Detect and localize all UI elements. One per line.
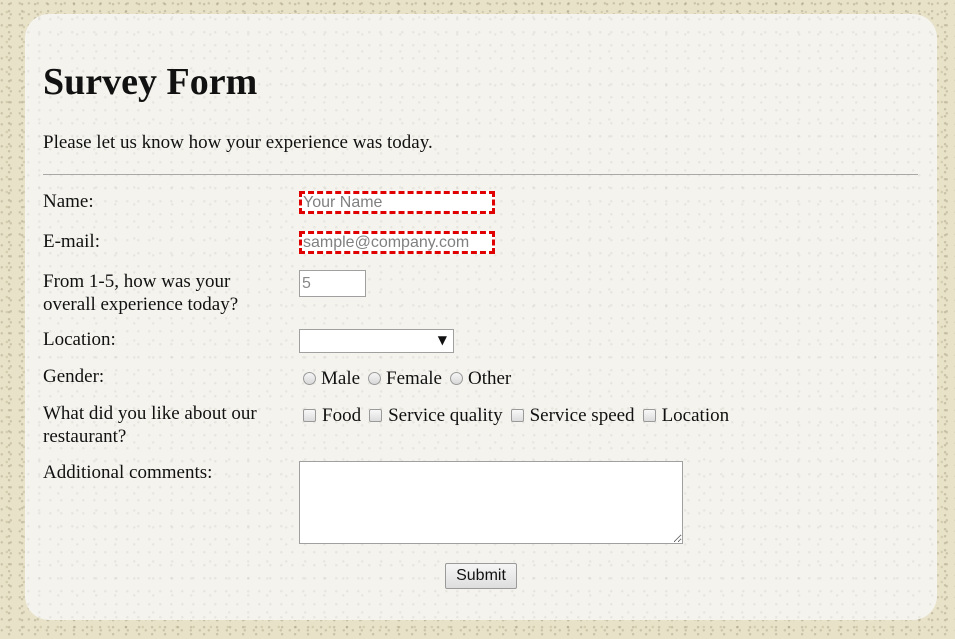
divider <box>43 174 918 175</box>
likes-option-label: Service quality <box>388 405 503 426</box>
gender-options: Male Female Other <box>303 367 519 390</box>
likes-options: Food Service quality Service speed Locat… <box>303 404 737 427</box>
likes-option-label: Service speed <box>529 405 635 426</box>
survey-card: Survey Form Please let us know how your … <box>25 14 937 620</box>
gender-option-female[interactable]: Female <box>368 367 442 390</box>
likes-option-food[interactable]: Food <box>303 404 361 427</box>
rating-input[interactable] <box>299 270 366 297</box>
checkbox[interactable] <box>369 409 383 422</box>
checkbox[interactable] <box>303 409 316 422</box>
triangle-down-icon: ▼ <box>437 333 447 347</box>
comments-label: Additional comments: <box>43 462 213 483</box>
gender-label: Gender: <box>43 366 105 387</box>
radio-button[interactable] <box>303 372 316 385</box>
email-label: E-mail: <box>43 231 100 252</box>
checkbox[interactable] <box>510 409 524 422</box>
gender-option-label: Male <box>321 368 361 389</box>
checkbox[interactable] <box>642 409 656 422</box>
comments-textarea[interactable] <box>299 461 683 544</box>
likes-option-service-quality[interactable]: Service quality <box>369 404 503 427</box>
rating-label: From 1-5, how was your overall experienc… <box>43 271 239 315</box>
submit-button[interactable]: Submit <box>445 563 517 589</box>
intro-text: Please let us know how your experience w… <box>43 132 433 153</box>
likes-option-label: Food <box>322 405 362 426</box>
gender-option-label: Other <box>467 368 512 389</box>
likes-option-label: Location <box>661 405 730 426</box>
likes-option-service-speed[interactable]: Service speed <box>510 404 635 427</box>
location-label: Location: <box>43 329 116 350</box>
email-input[interactable] <box>299 231 495 254</box>
location-select[interactable]: ▼ <box>299 329 454 353</box>
radio-button[interactable] <box>368 372 382 385</box>
radio-button[interactable] <box>449 372 463 385</box>
likes-option-location[interactable]: Location <box>642 404 730 427</box>
page-title: Survey Form <box>43 61 258 103</box>
gender-option-label: Female <box>386 368 442 389</box>
gender-option-male[interactable]: Male <box>303 367 360 390</box>
likes-label: What did you like about our restaurant? <box>43 403 257 447</box>
gender-option-other[interactable]: Other <box>449 367 512 390</box>
name-label: Name: <box>43 191 94 212</box>
name-input[interactable] <box>299 191 495 214</box>
